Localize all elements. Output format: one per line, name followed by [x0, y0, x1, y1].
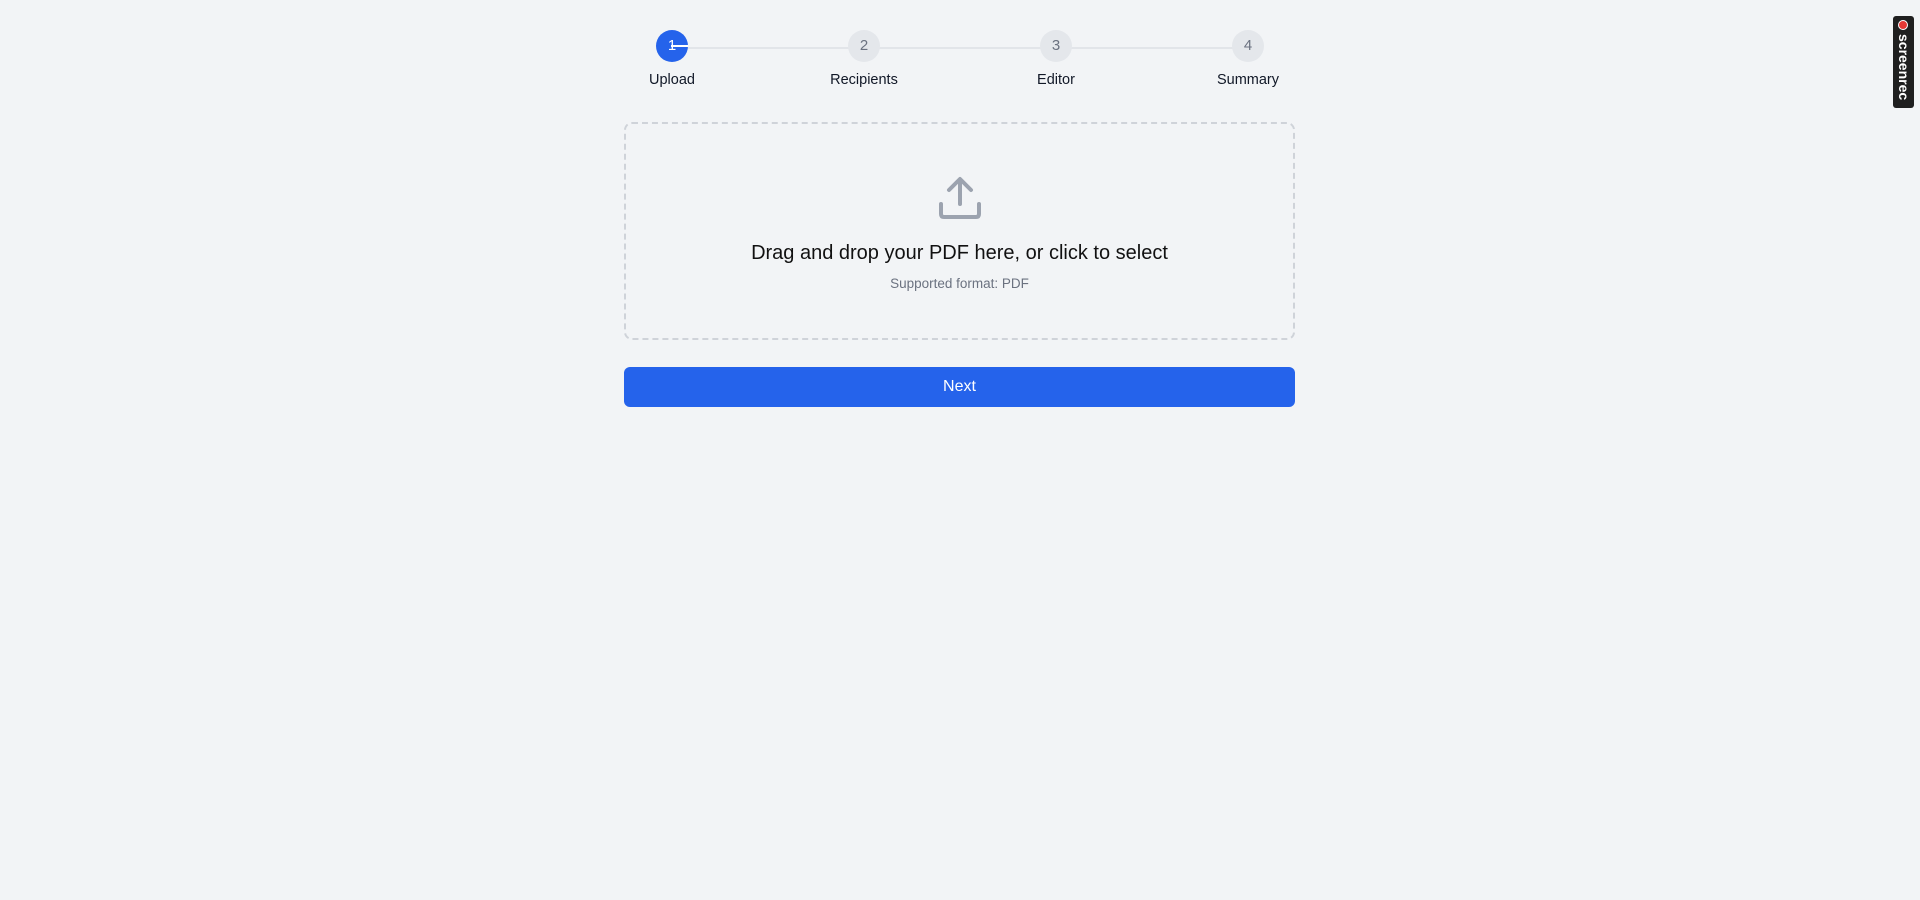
step-summary[interactable]: 4 Summary — [1188, 30, 1308, 88]
step-number-circle: 3 — [1040, 30, 1072, 62]
stepper-connector-line — [672, 47, 1248, 49]
dropzone-title: Drag and drop your PDF here, or click to… — [751, 242, 1168, 264]
step-label: Editor — [1037, 72, 1075, 88]
record-dot-icon — [1898, 20, 1908, 30]
step-label: Upload — [649, 72, 695, 88]
step-label: Summary — [1216, 72, 1280, 88]
next-button[interactable]: Next — [624, 367, 1295, 407]
dropzone-subtitle: Supported format: PDF — [890, 276, 1029, 291]
step-number-circle: 2 — [848, 30, 880, 62]
step-number-circle: 1 — [656, 30, 688, 62]
step-number-circle: 4 — [1232, 30, 1264, 62]
screenrec-badge: screenrec — [1893, 16, 1914, 108]
step-label: Recipients — [830, 72, 898, 88]
step-upload[interactable]: 1 Upload — [612, 30, 732, 88]
screenrec-text: screenrec — [1896, 34, 1912, 101]
step-editor[interactable]: 3 Editor — [996, 30, 1116, 88]
pdf-dropzone[interactable]: Drag and drop your PDF here, or click to… — [624, 122, 1295, 340]
upload-icon — [938, 177, 981, 219]
stepper: 1 Upload 2 Recipients 3 Editor 4 Summary — [624, 30, 1296, 90]
step-recipients[interactable]: 2 Recipients — [804, 30, 924, 88]
